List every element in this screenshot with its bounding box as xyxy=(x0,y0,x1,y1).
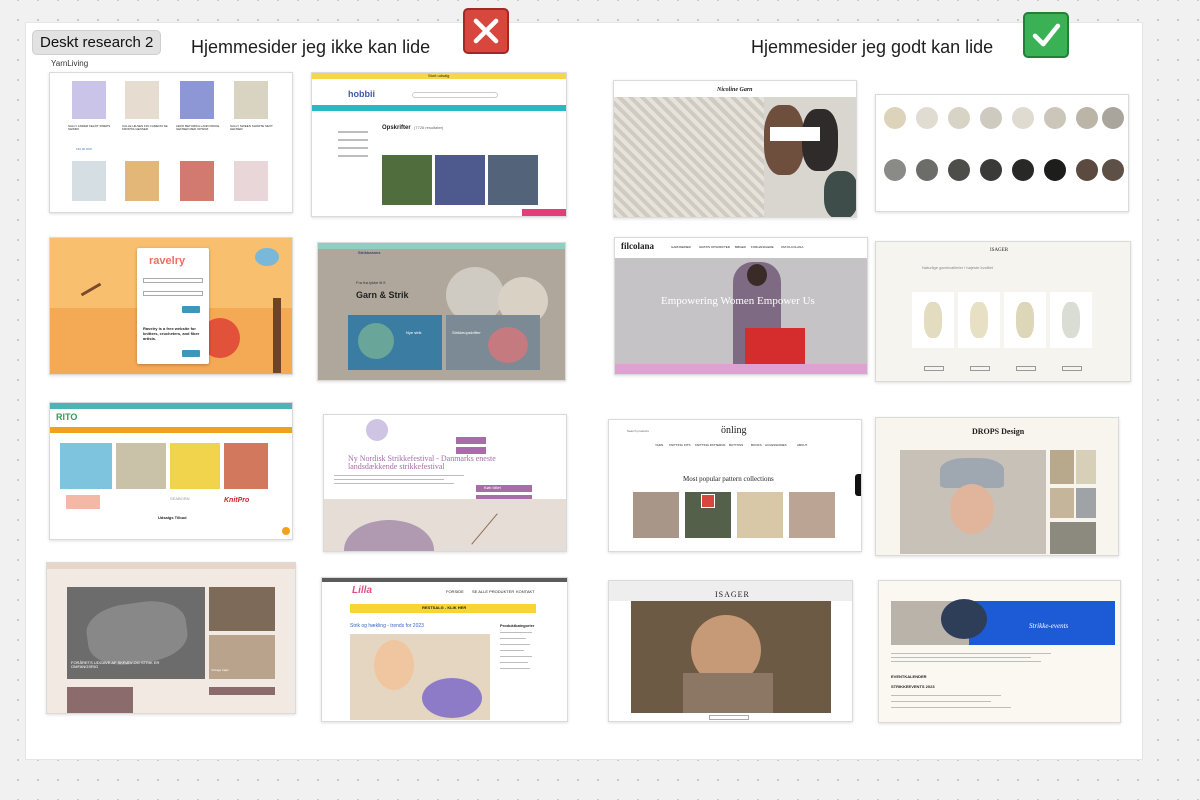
yarnliving-price: 150,00 DKK xyxy=(76,147,93,151)
yarnliving-product-2: CALLE HILSEN FIN CAMEON SE KROPSS GENSER xyxy=(122,124,168,131)
onling-nav-2[interactable]: KNITTING KITS xyxy=(669,444,691,447)
hobbii-banner: Stort udsalg xyxy=(428,73,450,78)
lilla-banner[interactable]: RESTSALG - KLIK HER xyxy=(422,606,466,610)
thumb-knitshop[interactable] xyxy=(875,94,1129,212)
strikkeanes-title: Garn & Strik xyxy=(356,290,409,300)
thumb-drops[interactable]: DROPS Design xyxy=(875,417,1119,556)
festival-title: Ny Nordisk Strikkefestival - Danmarks en… xyxy=(348,454,496,471)
knitshop-logo: ISAGER xyxy=(990,248,1009,253)
hobbii-heading: Opskrifter xyxy=(382,125,411,131)
onling-nav-4[interactable]: BUTTONS xyxy=(729,444,743,447)
filcolana-nav-1[interactable]: GARNSERIER xyxy=(671,246,691,249)
yarnliving-product-1: SALLY ANDER FELDT SWEPS SHIMIKI xyxy=(68,124,111,131)
studio-hero: Strikke-events xyxy=(1029,622,1069,630)
thumb-knitshop-2[interactable]: ISAGER Naturlige garnkvaliteter i højest… xyxy=(875,241,1131,382)
shawl-caption: FORÅRETS UDGAVE AF SKRÆV OG STRIK ER OMF… xyxy=(71,660,160,669)
studio-heading: EVENTKALENDER xyxy=(891,674,927,679)
ravelry-logo: ravelry xyxy=(149,255,186,267)
strikkeanes-card-2: Strikkeopskrifter xyxy=(452,330,481,335)
filcolana-nav-2[interactable]: GRATIS OPSKRIFTER xyxy=(699,246,730,249)
rito-logo: RITO xyxy=(56,412,78,422)
nicoline-title: Nicoline Garn xyxy=(717,87,753,93)
cross-mark-icon xyxy=(701,494,715,508)
thumb-rito[interactable]: RITO SEABORN KnitPro Udsalgs Tilbud xyxy=(49,402,293,540)
thumb-lilla[interactable]: Lilla FORSIDE SE ALLE PRODUKTER KONTAKT … xyxy=(321,577,568,722)
lilla-nav-2[interactable]: SE ALLE PRODUKTER xyxy=(472,590,514,594)
onling-nav-5[interactable]: BOOKS xyxy=(751,444,762,447)
yarnliving-product-4: SALLY SWEEN SHORTE SEXT GENSER xyxy=(230,124,273,131)
thumb-filcolana[interactable]: filcolana GARNSERIER GRATIS OPSKRIFTER B… xyxy=(614,237,868,375)
thumb-nicoline[interactable]: Nicoline Garn xyxy=(613,80,857,218)
board-subtitle: YarnLiving xyxy=(51,59,89,68)
board-title[interactable]: Deskt research 2 xyxy=(32,30,162,55)
thumb-festival[interactable]: Ny Nordisk Strikkefestival - Danmarks en… xyxy=(323,414,567,552)
onling-nav-7[interactable]: ABOUT xyxy=(797,444,807,447)
thumb-studio[interactable]: Strikke-events EVENTKALENDER STRIKKEEVEN… xyxy=(878,580,1121,723)
isager-logo: ISAGER xyxy=(715,590,750,599)
onling-heading: Most popular pattern collections xyxy=(683,475,774,483)
hobbii-logo: hobbii xyxy=(348,89,375,99)
thumb-onling[interactable]: Search products önling YARN KNITTING KIT… xyxy=(608,419,862,552)
yarnliving-product-3: LEDO BETURIKA LAND PAKKE GENSER MED OPSK… xyxy=(176,124,220,131)
lilla-sidebar-title: Produktkategorier xyxy=(500,623,535,628)
rito-brand: KnitPro xyxy=(224,497,250,504)
hobbii-count: (7726 resultater) xyxy=(414,125,444,130)
onling-nav-6[interactable]: ACCESSORIES xyxy=(765,444,787,447)
thumb-ravelry[interactable]: ravelry Ravelry is a free website for kn… xyxy=(49,237,293,375)
drops-logo: DROPS Design xyxy=(972,427,1025,436)
heading-dislike: Hjemmesider jeg ikke kan lide xyxy=(191,37,431,57)
filcolana-nav-5[interactable]: OM FILCOLANA xyxy=(781,246,803,249)
heading-like: Hjemmesider jeg godt kan lide xyxy=(751,37,994,57)
thumb-strikkeanes[interactable]: Strikkeanes Fra frø.lykke til fi Garn & … xyxy=(317,242,566,381)
lilla-logo: Lilla xyxy=(352,585,373,596)
lilla-nav-3[interactable]: KONTAKT xyxy=(516,590,535,594)
filcolana-nav-4[interactable]: FORHANDLERE xyxy=(751,246,774,249)
thumb-shawl[interactable]: FORÅRETS UDGAVE AF SKRÆV OG STRIK ER OMF… xyxy=(46,562,296,714)
studio-sub: STRIKKEEVENTS 2023 xyxy=(891,684,935,689)
onling-nav-1[interactable]: YARN xyxy=(655,444,663,447)
strikkeanes-kicker: Fra frø.lykke til fi xyxy=(356,280,386,285)
filcolana-logo: filcolana xyxy=(621,241,654,251)
onling-nav-3[interactable]: KNITTING PATTERNS xyxy=(695,444,725,447)
filcolana-hero: Empowering Women Empower Us xyxy=(661,295,815,307)
onling-logo: önling xyxy=(721,425,747,436)
lilla-nav-1[interactable]: FORSIDE xyxy=(446,590,464,594)
check-mark-icon xyxy=(1023,12,1069,58)
thumb-hobbii[interactable]: Stort udsalg hobbii Opskrifter (7726 res… xyxy=(311,72,567,217)
ravelry-text: Ravelry is a free website for knitters, … xyxy=(143,326,200,341)
knitshop-line: Naturlige garnkvaliteter i højeste kvali… xyxy=(922,265,993,270)
filcolana-nav-3[interactable]: BØGER xyxy=(735,246,746,249)
strikkeanes-card-1: Nye strik xyxy=(406,330,422,335)
lilla-headline: Strik og hækling - trends for 2023 xyxy=(350,623,424,629)
strikkeanes-logo: Strikkeanes xyxy=(358,250,381,255)
thumb-isager[interactable]: ISAGER xyxy=(608,580,853,722)
thumb-yarnliving[interactable]: SALLY ANDER FELDT SWEPS SHIMIKI CALLE HI… xyxy=(49,72,293,213)
rito-sale: Udsalgs Tilbud xyxy=(158,515,187,520)
festival-button[interactable]: Køb billet xyxy=(484,486,501,490)
shawl-caption-2: Vintage trøjer xyxy=(211,668,229,672)
cross-mark-icon xyxy=(463,8,509,54)
